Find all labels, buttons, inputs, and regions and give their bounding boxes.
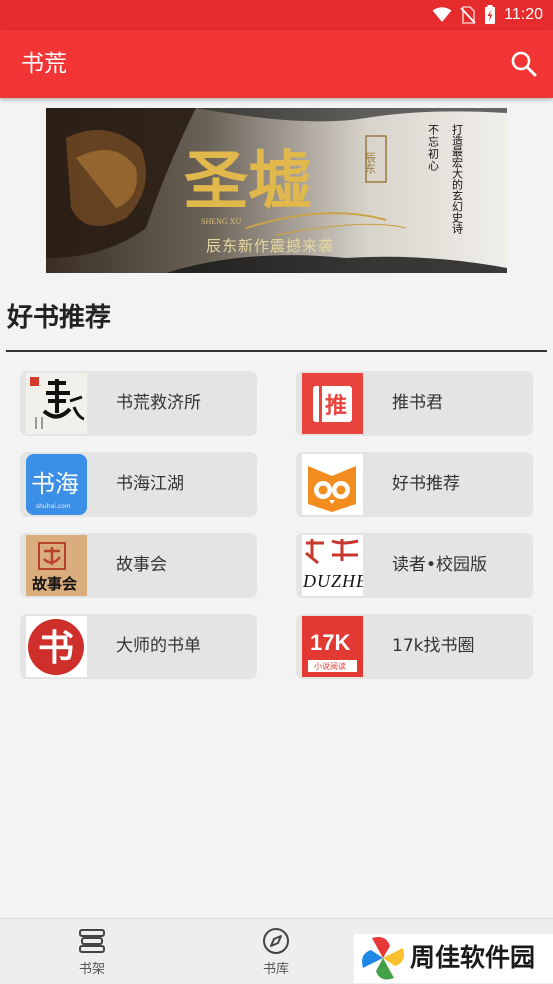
status-icons: 11:20 bbox=[432, 5, 543, 25]
svg-text:故事会: 故事会 bbox=[32, 575, 77, 593]
dashi-logo-icon: 书 bbox=[26, 616, 87, 677]
svg-text:书: 书 bbox=[38, 628, 74, 669]
card-17k[interactable]: 17K 小说阅读 17k找书圈 bbox=[296, 614, 533, 679]
banner-slogan-right: 打造最宏大的玄幻史诗 bbox=[451, 123, 464, 234]
page-title: 书荒 bbox=[21, 51, 67, 77]
banner-title: 圣墟 bbox=[184, 144, 312, 219]
card-label: 大师的书单 bbox=[116, 636, 201, 656]
card-haoshu[interactable]: 好书推荐 bbox=[296, 452, 533, 517]
watermark: 周佳软件园 bbox=[354, 934, 553, 983]
section-title: 好书推荐 bbox=[7, 303, 112, 333]
promo-banner[interactable]: 圣墟 SHENG XU 辰东 辰东新作震撼来袭 不忘初心 打造最宏大的玄幻史诗 bbox=[46, 108, 507, 273]
pinwheel-logo-icon bbox=[362, 937, 404, 980]
search-button[interactable] bbox=[509, 49, 539, 79]
card-label: 书海江湖 bbox=[116, 474, 184, 494]
card-tuishujun[interactable]: 推 推书君 bbox=[296, 371, 533, 436]
card-label: 故事会 bbox=[116, 555, 167, 575]
wifi-icon bbox=[432, 7, 452, 22]
nav-label: 书架 bbox=[78, 962, 105, 977]
card-label: 好书推荐 bbox=[392, 474, 460, 494]
status-bar: 11:20 bbox=[0, 0, 553, 30]
owl-book-icon bbox=[302, 454, 363, 515]
17k-logo-icon: 17K 小说阅读 bbox=[302, 616, 363, 677]
shuhai-logo-icon: 书海 shuhai.com bbox=[26, 454, 87, 515]
banner-roman: SHENG XU bbox=[201, 217, 241, 226]
watermark-text: 周佳软件园 bbox=[410, 943, 536, 972]
card-shuhuang[interactable]: 书荒救济所 bbox=[20, 371, 257, 436]
svg-text:小说阅读: 小说阅读 bbox=[314, 661, 346, 671]
nav-label: 书库 bbox=[262, 962, 289, 977]
card-label: 17k找书圈 bbox=[392, 636, 475, 656]
gushihui-logo-icon: 故事会 bbox=[26, 535, 87, 596]
banner-tagline: 辰东新作震撼来袭 bbox=[206, 237, 334, 255]
card-gushihui[interactable]: 故事会 故事会 bbox=[20, 533, 257, 598]
nav-item-bookshelf[interactable]: 书架 bbox=[52, 927, 132, 979]
no-sim-icon bbox=[460, 6, 476, 24]
tui-logo-icon: 推 bbox=[302, 373, 363, 434]
card-shuhai[interactable]: 书海 shuhai.com 书海江湖 bbox=[20, 452, 257, 517]
author-seal: 辰东 bbox=[364, 152, 377, 174]
app-bar: 书荒 bbox=[0, 30, 553, 98]
battery-charging-icon bbox=[485, 5, 496, 24]
card-duzhe[interactable]: DUZHE 读者•校园版 bbox=[296, 533, 533, 598]
nav-item-library[interactable]: 书库 bbox=[236, 927, 316, 979]
status-time: 11:20 bbox=[504, 6, 543, 23]
svg-text:推: 推 bbox=[325, 394, 347, 419]
search-icon bbox=[511, 51, 537, 77]
card-label: 推书君 bbox=[392, 393, 443, 413]
svg-text:17K: 17K bbox=[310, 630, 350, 655]
svg-text:shuhai.com: shuhai.com bbox=[36, 503, 71, 510]
banner-slogan-left: 不忘初心 bbox=[427, 124, 440, 172]
shuhuang-logo-icon bbox=[26, 373, 87, 434]
svg-text:书海: 书海 bbox=[31, 470, 79, 498]
duzhe-logo-icon: DUZHE bbox=[302, 535, 363, 596]
card-label: 读者•校园版 bbox=[392, 555, 488, 575]
bookshelf-icon bbox=[79, 929, 105, 953]
section-divider bbox=[6, 350, 547, 352]
card-label: 书荒救济所 bbox=[116, 393, 201, 413]
compass-icon bbox=[263, 928, 289, 954]
card-dashi[interactable]: 书 大师的书单 bbox=[20, 614, 257, 679]
svg-text:DUZHE: DUZHE bbox=[302, 571, 363, 591]
banner-artwork: 圣墟 SHENG XU 辰东 辰东新作震撼来袭 不忘初心 打造最宏大的玄幻史诗 bbox=[46, 108, 507, 273]
